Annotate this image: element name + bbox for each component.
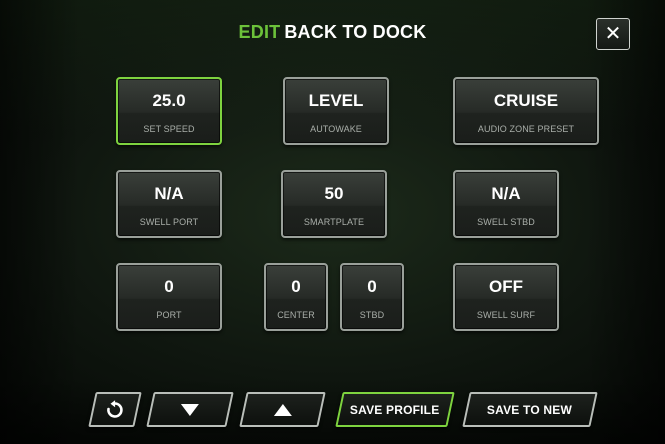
reset-button[interactable] <box>88 392 142 427</box>
center-tile[interactable]: 0 CENTER <box>264 263 328 331</box>
stbd-tile[interactable]: 0 STBD <box>340 263 404 331</box>
autowake-value: LEVEL <box>308 91 364 110</box>
save-to-new-label: SAVE TO NEW <box>487 402 573 417</box>
arrow-down-icon <box>181 403 199 416</box>
set-speed-label: SET SPEED <box>143 124 195 134</box>
reset-icon <box>107 399 123 418</box>
stbd-value: 0 <box>367 277 377 296</box>
swell-surf-tile[interactable]: OFF SWELL SURF <box>453 263 559 331</box>
audio-zone-preset-tile[interactable]: CRUISE AUDIO ZONE PRESET <box>453 77 599 145</box>
swell-stbd-label: SWELL STBD <box>477 217 535 227</box>
save-to-new-button[interactable]: SAVE TO NEW <box>462 392 598 427</box>
smartplate-tile[interactable]: 50 SMARTPLATE <box>281 170 387 238</box>
move-down-button[interactable] <box>146 392 234 427</box>
page-title: BACK TO DOCK <box>284 22 427 42</box>
move-up-button[interactable] <box>239 392 326 427</box>
swell-surf-value: OFF <box>489 277 523 296</box>
autowake-tile[interactable]: LEVEL AUTOWAKE <box>283 77 389 145</box>
swell-port-tile[interactable]: N/A SWELL PORT <box>116 170 222 238</box>
close-button[interactable]: ✕ <box>596 18 630 50</box>
port-value: 0 <box>164 277 174 296</box>
page-header: EDIT BACK TO DOCK <box>0 22 665 43</box>
save-profile-button[interactable]: SAVE PROFILE <box>335 392 455 427</box>
swell-surf-label: SWELL SURF <box>476 310 536 320</box>
swell-port-value: N/A <box>154 184 184 203</box>
edit-label: EDIT <box>238 22 281 42</box>
autowake-label: AUTOWAKE <box>310 124 362 134</box>
smartplate-value: 50 <box>324 184 344 203</box>
port-tile[interactable]: 0 PORT <box>116 263 222 331</box>
set-speed-tile[interactable]: 25.0 SET SPEED <box>116 77 222 145</box>
close-icon: ✕ <box>604 23 622 45</box>
center-label: CENTER <box>277 310 315 320</box>
swell-stbd-value: N/A <box>491 184 521 203</box>
center-value: 0 <box>291 277 301 296</box>
audio-zone-preset-label: AUDIO ZONE PRESET <box>477 124 575 134</box>
set-speed-value: 25.0 <box>152 91 186 110</box>
smartplate-label: SMARTPLATE <box>303 217 365 227</box>
audio-zone-preset-value: CRUISE <box>493 91 559 110</box>
screen: EDIT BACK TO DOCK ✕ 25.0 SET SPEED LEVEL … <box>0 0 665 444</box>
port-label: PORT <box>156 310 182 320</box>
stbd-label: STBD <box>359 310 385 320</box>
arrow-up-icon <box>273 403 292 416</box>
swell-port-label: SWELL PORT <box>139 217 199 227</box>
save-profile-label: SAVE PROFILE <box>350 402 440 417</box>
swell-stbd-tile[interactable]: N/A SWELL STBD <box>453 170 559 238</box>
